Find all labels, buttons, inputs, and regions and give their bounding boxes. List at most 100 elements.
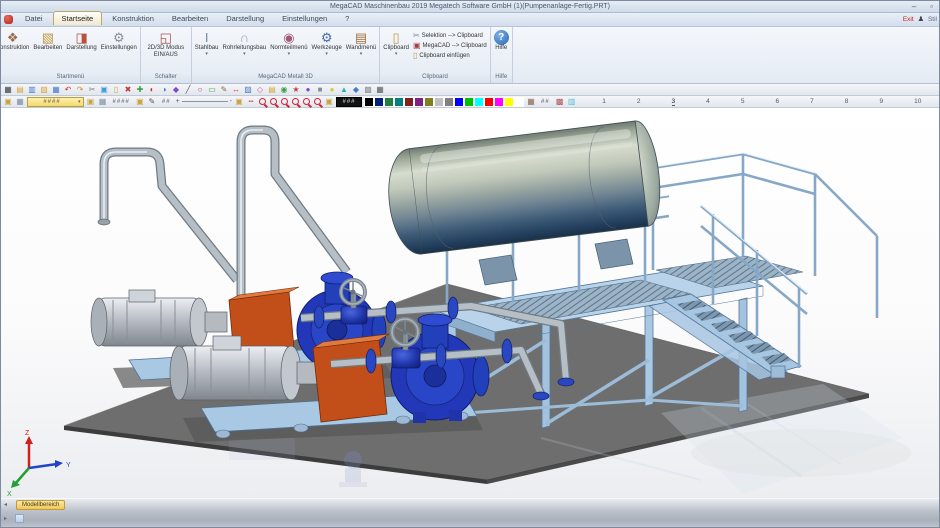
linetype-folder-icon[interactable]: ▣ (234, 97, 244, 107)
darstellung-button[interactable]: ◨Darstellung (64, 29, 98, 53)
color-swatch-white[interactable] (514, 97, 524, 107)
linetype-icon[interactable]: ┅ (246, 97, 256, 107)
stahlbau-button[interactable]: IStahlbau▾ (193, 29, 221, 58)
bearbeiten-button[interactable]: ▧Bearbeiten (31, 29, 64, 53)
clipboard-einfuegen-button[interactable]: ▯Clipboard einfügen (411, 51, 489, 60)
user-icon[interactable]: ♟ (918, 15, 924, 23)
zoom-out-icon[interactable] (292, 98, 299, 105)
zoom-dynamic-icon[interactable] (303, 98, 310, 105)
layout-thumbnail-icon[interactable] (15, 514, 24, 523)
storage-tank[interactable] (383, 119, 665, 257)
view-number-8[interactable]: 8 (845, 98, 849, 106)
materials-icon[interactable]: ● (303, 85, 313, 95)
expand-right-icon[interactable]: ▸ (4, 515, 7, 522)
light-icon[interactable]: ● (327, 85, 337, 95)
redo-icon[interactable]: ↷ (75, 85, 85, 95)
group-icon[interactable]: ◉ (279, 85, 289, 95)
color-swatch-olive[interactable] (424, 97, 434, 107)
view-number-5[interactable]: 5 (741, 98, 745, 106)
text-icon[interactable]: ✎ (219, 85, 229, 95)
color-swatch-magenta[interactable] (494, 97, 504, 107)
circle-icon[interactable]: ○ (195, 85, 205, 95)
rotate-icon[interactable]: ◐ (147, 85, 157, 95)
save-icon[interactable]: ▥ (27, 85, 37, 95)
undo-icon[interactable]: ↶ (63, 85, 73, 95)
stripes-icon[interactable]: ▥ (567, 97, 577, 107)
dimension-icon[interactable]: ↔ (231, 85, 241, 95)
color-swatch-maroon[interactable] (404, 97, 414, 107)
tab-datei[interactable]: Datei (17, 12, 51, 25)
stil-button[interactable]: Stil (928, 16, 937, 23)
tab-bearbeiten[interactable]: Bearbeiten (164, 12, 216, 25)
pen-folder-icon[interactable]: ▣ (135, 97, 145, 107)
maximize-button[interactable]: ▫ (930, 1, 933, 13)
group-image-icon[interactable]: ▦ (98, 97, 108, 107)
tab-darstellung[interactable]: Darstellung (218, 12, 272, 25)
hatch-field[interactable]: ## (538, 99, 553, 105)
model-viewport[interactable]: Z Y X (1, 108, 939, 498)
view-number-2[interactable]: 2 (637, 98, 641, 106)
tab-startseite[interactable]: Startseite (53, 11, 103, 25)
view-number-9[interactable]: 9 (879, 98, 883, 106)
group-folder-icon[interactable]: ▣ (86, 97, 96, 107)
wandmenu-button[interactable]: ▤Wandmenü▾ (344, 29, 378, 58)
zoom-window-icon[interactable] (259, 98, 266, 105)
view-number-4[interactable]: 4 (706, 98, 710, 106)
new-file-icon[interactable]: ▦ (3, 85, 13, 95)
save-as-icon[interactable]: ▧ (39, 85, 49, 95)
minus-icon[interactable]: - (230, 98, 232, 105)
scale-icon[interactable]: ◆ (171, 85, 181, 95)
color-swatch-yellow[interactable] (504, 97, 514, 107)
active-color-swatch[interactable]: ### (336, 97, 362, 107)
view-number-10[interactable]: 10 (914, 98, 921, 106)
color-swatch-red[interactable] (484, 97, 494, 107)
slider-track[interactable] (182, 101, 228, 102)
render-icon[interactable]: ■ (315, 85, 325, 95)
color-swatch-silver[interactable] (434, 97, 444, 107)
view-number-7[interactable]: 7 (810, 98, 814, 106)
rohrleitungsbau-button[interactable]: ∩Rohrleitungsbau▾ (220, 29, 268, 58)
app-logo-icon[interactable] (4, 15, 13, 24)
hilfe-button[interactable]: ?Hilfe (492, 29, 511, 53)
line-icon[interactable]: ╱ (183, 85, 193, 95)
paste-icon[interactable]: ▯ (111, 85, 121, 95)
view-number-3[interactable]: 3 (672, 98, 676, 106)
texture-icon[interactable]: ▦ (526, 97, 536, 107)
tab--[interactable]: ? (337, 12, 357, 25)
collapse-left-icon[interactable]: ◂ (4, 501, 7, 508)
move-icon[interactable]: ✚ (135, 85, 145, 95)
color-swatch-cyan[interactable] (474, 97, 484, 107)
color-swatch-gray[interactable] (444, 97, 454, 107)
layer-folder-icon[interactable]: ▣ (3, 97, 13, 107)
rectangle-icon[interactable]: ▭ (207, 85, 217, 95)
view3d-icon[interactable]: ◆ (351, 85, 361, 95)
tab-einstellungen[interactable]: Einstellungen (274, 12, 335, 25)
view-number-6[interactable]: 6 (775, 98, 779, 106)
selektion-clipboard-button[interactable]: ✂Selektion --> Clipboard (411, 31, 489, 40)
copy-icon[interactable]: ▣ (99, 85, 109, 95)
konstruktion-button[interactable]: ❖Konstruktion (1, 29, 31, 53)
2d3d-modus-button[interactable]: ◱2D/3D Modus EIN/AUS (142, 29, 190, 60)
color-swatch-lime[interactable] (464, 97, 474, 107)
layer-select[interactable]: ####▾ (27, 97, 84, 107)
minimize-button[interactable]: – (912, 1, 916, 13)
open-file-icon[interactable]: ▤ (15, 85, 25, 95)
color-swatch-purple[interactable] (414, 97, 424, 107)
camera-icon[interactable]: ▲ (339, 85, 349, 95)
measure-icon[interactable]: ◇ (255, 85, 265, 95)
group-field[interactable]: #### (110, 99, 133, 105)
delete-icon[interactable]: ✖ (123, 85, 133, 95)
color-swatch-blue[interactable] (454, 97, 464, 107)
clipboard-button[interactable]: ▯Clipboard▾ (381, 29, 411, 58)
view-number-1[interactable]: 1 (602, 98, 606, 106)
pen-field[interactable]: ## (159, 99, 174, 105)
model-space-tab[interactable]: Modellbereich (16, 500, 65, 510)
layers-icon[interactable]: ▤ (267, 85, 277, 95)
megacad-clipboard-button[interactable]: ▣MegaCAD --> Clipboard (411, 41, 489, 50)
print-icon[interactable]: ▦ (51, 85, 61, 95)
color-swatch-navy[interactable] (374, 97, 384, 107)
zoom-in-icon[interactable] (281, 98, 288, 105)
linewidth-slider[interactable]: +- (176, 98, 232, 105)
explode-icon[interactable]: ★ (291, 85, 301, 95)
color-folder-icon[interactable]: ▣ (324, 97, 334, 107)
